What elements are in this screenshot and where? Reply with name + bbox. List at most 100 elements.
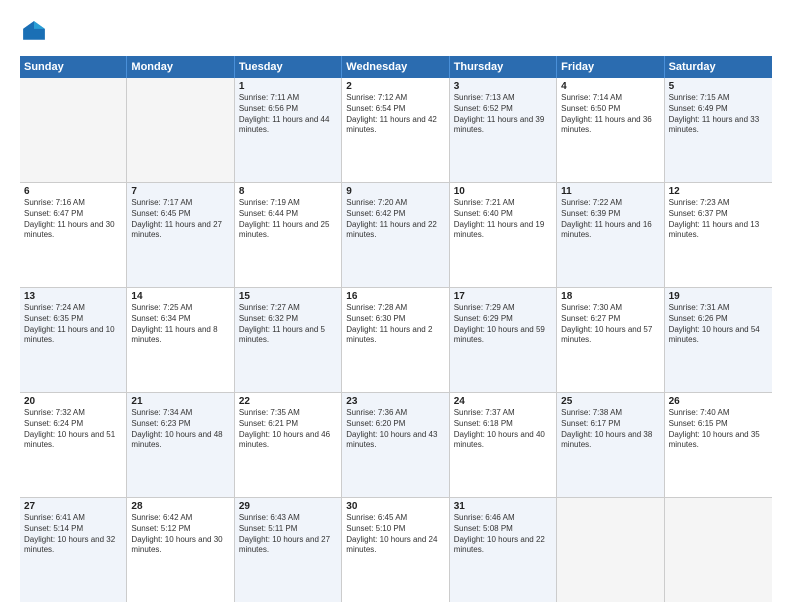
day-number: 16 [346,291,444,302]
day-number: 12 [669,186,768,197]
cell-info: Sunrise: 7:28 AM Sunset: 6:30 PM Dayligh… [346,303,444,346]
header-day-thursday: Thursday [450,56,557,78]
cell-info: Sunrise: 7:23 AM Sunset: 6:37 PM Dayligh… [669,198,768,241]
calendar-cell-15: 15Sunrise: 7:27 AM Sunset: 6:32 PM Dayli… [235,288,342,392]
cell-info: Sunrise: 7:38 AM Sunset: 6:17 PM Dayligh… [561,408,659,451]
calendar-cell-4: 4Sunrise: 7:14 AM Sunset: 6:50 PM Daylig… [557,78,664,182]
cell-info: Sunrise: 7:21 AM Sunset: 6:40 PM Dayligh… [454,198,552,241]
calendar-cell-9: 9Sunrise: 7:20 AM Sunset: 6:42 PM Daylig… [342,183,449,287]
calendar-cell-3: 3Sunrise: 7:13 AM Sunset: 6:52 PM Daylig… [450,78,557,182]
calendar-cell-21: 21Sunrise: 7:34 AM Sunset: 6:23 PM Dayli… [127,393,234,497]
cell-info: Sunrise: 7:35 AM Sunset: 6:21 PM Dayligh… [239,408,337,451]
calendar-cell-5: 5Sunrise: 7:15 AM Sunset: 6:49 PM Daylig… [665,78,772,182]
calendar-cell-26: 26Sunrise: 7:40 AM Sunset: 6:15 PM Dayli… [665,393,772,497]
cell-info: Sunrise: 7:31 AM Sunset: 6:26 PM Dayligh… [669,303,768,346]
calendar-cell-6: 6Sunrise: 7:16 AM Sunset: 6:47 PM Daylig… [20,183,127,287]
cell-info: Sunrise: 7:34 AM Sunset: 6:23 PM Dayligh… [131,408,229,451]
calendar-cell-12: 12Sunrise: 7:23 AM Sunset: 6:37 PM Dayli… [665,183,772,287]
calendar-cell-19: 19Sunrise: 7:31 AM Sunset: 6:26 PM Dayli… [665,288,772,392]
calendar-row-0: 1Sunrise: 7:11 AM Sunset: 6:56 PM Daylig… [20,78,772,183]
day-number: 11 [561,186,659,197]
calendar-cell-29: 29Sunrise: 6:43 AM Sunset: 5:11 PM Dayli… [235,498,342,602]
calendar-cell-empty-4-5 [557,498,664,602]
day-number: 13 [24,291,122,302]
day-number: 21 [131,396,229,407]
calendar-row-3: 20Sunrise: 7:32 AM Sunset: 6:24 PM Dayli… [20,393,772,498]
day-number: 27 [24,501,122,512]
calendar-cell-7: 7Sunrise: 7:17 AM Sunset: 6:45 PM Daylig… [127,183,234,287]
day-number: 6 [24,186,122,197]
header [20,18,772,46]
cell-info: Sunrise: 7:40 AM Sunset: 6:15 PM Dayligh… [669,408,768,451]
day-number: 8 [239,186,337,197]
cell-info: Sunrise: 7:20 AM Sunset: 6:42 PM Dayligh… [346,198,444,241]
day-number: 18 [561,291,659,302]
cell-info: Sunrise: 7:25 AM Sunset: 6:34 PM Dayligh… [131,303,229,346]
logo-icon [20,18,48,46]
cell-info: Sunrise: 7:36 AM Sunset: 6:20 PM Dayligh… [346,408,444,451]
calendar-row-4: 27Sunrise: 6:41 AM Sunset: 5:14 PM Dayli… [20,498,772,602]
day-number: 1 [239,81,337,92]
calendar-header: SundayMondayTuesdayWednesdayThursdayFrid… [20,56,772,78]
calendar-cell-2: 2Sunrise: 7:12 AM Sunset: 6:54 PM Daylig… [342,78,449,182]
day-number: 23 [346,396,444,407]
day-number: 4 [561,81,659,92]
header-day-saturday: Saturday [665,56,772,78]
calendar-cell-18: 18Sunrise: 7:30 AM Sunset: 6:27 PM Dayli… [557,288,664,392]
day-number: 28 [131,501,229,512]
cell-info: Sunrise: 7:13 AM Sunset: 6:52 PM Dayligh… [454,93,552,136]
calendar-cell-11: 11Sunrise: 7:22 AM Sunset: 6:39 PM Dayli… [557,183,664,287]
cell-info: Sunrise: 6:45 AM Sunset: 5:10 PM Dayligh… [346,513,444,556]
day-number: 25 [561,396,659,407]
header-day-wednesday: Wednesday [342,56,449,78]
calendar-cell-20: 20Sunrise: 7:32 AM Sunset: 6:24 PM Dayli… [20,393,127,497]
calendar-cell-1: 1Sunrise: 7:11 AM Sunset: 6:56 PM Daylig… [235,78,342,182]
page: SundayMondayTuesdayWednesdayThursdayFrid… [0,0,792,612]
day-number: 5 [669,81,768,92]
cell-info: Sunrise: 6:46 AM Sunset: 5:08 PM Dayligh… [454,513,552,556]
calendar-cell-23: 23Sunrise: 7:36 AM Sunset: 6:20 PM Dayli… [342,393,449,497]
calendar-cell-empty-0-0 [20,78,127,182]
header-day-monday: Monday [127,56,234,78]
calendar-cell-22: 22Sunrise: 7:35 AM Sunset: 6:21 PM Dayli… [235,393,342,497]
calendar-cell-empty-4-6 [665,498,772,602]
calendar-cell-24: 24Sunrise: 7:37 AM Sunset: 6:18 PM Dayli… [450,393,557,497]
calendar-cell-10: 10Sunrise: 7:21 AM Sunset: 6:40 PM Dayli… [450,183,557,287]
day-number: 14 [131,291,229,302]
cell-info: Sunrise: 7:27 AM Sunset: 6:32 PM Dayligh… [239,303,337,346]
day-number: 9 [346,186,444,197]
day-number: 19 [669,291,768,302]
cell-info: Sunrise: 7:19 AM Sunset: 6:44 PM Dayligh… [239,198,337,241]
calendar-cell-13: 13Sunrise: 7:24 AM Sunset: 6:35 PM Dayli… [20,288,127,392]
header-day-friday: Friday [557,56,664,78]
cell-info: Sunrise: 7:16 AM Sunset: 6:47 PM Dayligh… [24,198,122,241]
calendar-cell-25: 25Sunrise: 7:38 AM Sunset: 6:17 PM Dayli… [557,393,664,497]
day-number: 17 [454,291,552,302]
calendar-cell-empty-0-1 [127,78,234,182]
cell-info: Sunrise: 6:43 AM Sunset: 5:11 PM Dayligh… [239,513,337,556]
cell-info: Sunrise: 7:14 AM Sunset: 6:50 PM Dayligh… [561,93,659,136]
day-number: 20 [24,396,122,407]
calendar-cell-17: 17Sunrise: 7:29 AM Sunset: 6:29 PM Dayli… [450,288,557,392]
cell-info: Sunrise: 6:42 AM Sunset: 5:12 PM Dayligh… [131,513,229,556]
cell-info: Sunrise: 7:22 AM Sunset: 6:39 PM Dayligh… [561,198,659,241]
day-number: 2 [346,81,444,92]
cell-info: Sunrise: 7:24 AM Sunset: 6:35 PM Dayligh… [24,303,122,346]
cell-info: Sunrise: 7:29 AM Sunset: 6:29 PM Dayligh… [454,303,552,346]
day-number: 15 [239,291,337,302]
calendar-cell-16: 16Sunrise: 7:28 AM Sunset: 6:30 PM Dayli… [342,288,449,392]
day-number: 24 [454,396,552,407]
calendar-cell-14: 14Sunrise: 7:25 AM Sunset: 6:34 PM Dayli… [127,288,234,392]
header-day-tuesday: Tuesday [235,56,342,78]
cell-info: Sunrise: 7:37 AM Sunset: 6:18 PM Dayligh… [454,408,552,451]
header-day-sunday: Sunday [20,56,127,78]
calendar-cell-8: 8Sunrise: 7:19 AM Sunset: 6:44 PM Daylig… [235,183,342,287]
calendar-cell-28: 28Sunrise: 6:42 AM Sunset: 5:12 PM Dayli… [127,498,234,602]
calendar-body: 1Sunrise: 7:11 AM Sunset: 6:56 PM Daylig… [20,78,772,602]
logo [20,18,52,46]
day-number: 31 [454,501,552,512]
cell-info: Sunrise: 6:41 AM Sunset: 5:14 PM Dayligh… [24,513,122,556]
day-number: 30 [346,501,444,512]
day-number: 10 [454,186,552,197]
cell-info: Sunrise: 7:17 AM Sunset: 6:45 PM Dayligh… [131,198,229,241]
